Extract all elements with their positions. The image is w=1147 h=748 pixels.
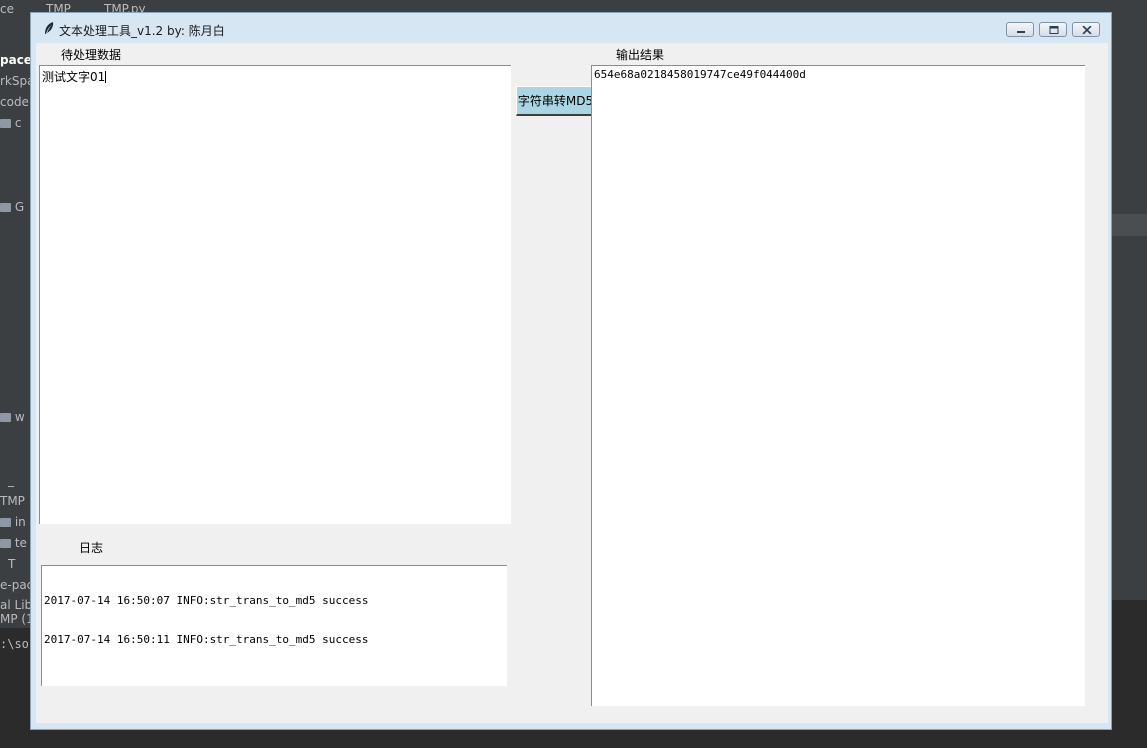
ide-tree-item[interactable]: TMP xyxy=(0,494,25,508)
log-line: 2017-07-14 16:50:07 INFO:str_trans_to_md… xyxy=(44,594,369,607)
minimize-button[interactable] xyxy=(1006,22,1034,37)
minimize-icon xyxy=(1017,31,1025,33)
output-text: 654e68a0218458019747ce49f044400d xyxy=(594,68,806,81)
ide-project-tree: pace rkSpa code c G w _ TMP in te T e-pa… xyxy=(0,20,34,620)
ide-tree-item[interactable]: pace xyxy=(0,53,32,67)
close-button[interactable] xyxy=(1072,22,1100,37)
folder-icon xyxy=(0,539,11,548)
output-label: 输出结果 xyxy=(616,48,665,62)
input-label: 待处理数据 xyxy=(61,48,122,62)
feather-icon xyxy=(45,22,54,34)
ide-tree-item[interactable]: c xyxy=(0,116,21,130)
ide-tree-item[interactable]: al Lib xyxy=(0,598,32,612)
ide-tree-item[interactable]: code xyxy=(0,95,29,109)
ide-crumb-project[interactable]: ce xyxy=(0,2,14,16)
ide-tree-item[interactable]: in xyxy=(0,515,26,529)
restore-button[interactable] xyxy=(1039,22,1067,37)
title-bar[interactable]: 文本处理工具_v1.2 by: 陈月白 xyxy=(31,13,1111,43)
input-text: 测试文字01 xyxy=(42,70,106,84)
output-textarea[interactable]: 654e68a0218458019747ce49f044400d xyxy=(591,65,1085,706)
ide-tree-item[interactable]: T xyxy=(8,557,15,571)
folder-icon xyxy=(0,413,11,422)
window-title: 文本处理工具_v1.2 by: 陈月白 xyxy=(59,24,225,38)
ide-tree-item[interactable]: te xyxy=(0,536,27,550)
ide-tree-item[interactable]: w xyxy=(0,410,25,424)
client-area: 待处理数据 测试文字01 字符串转MD5 输出结果 654e68a0218458… xyxy=(36,43,1108,723)
ide-tree-item[interactable]: G xyxy=(0,200,24,214)
restore-icon xyxy=(1049,26,1059,34)
folder-icon xyxy=(0,518,11,527)
ide-tree-item[interactable]: _ xyxy=(8,473,14,487)
ide-editor-edge xyxy=(1112,20,1147,600)
folder-icon xyxy=(0,203,11,212)
log-line: 2017-07-14 16:50:11 INFO:str_trans_to_md… xyxy=(44,633,369,646)
log-label: 日志 xyxy=(79,541,104,555)
ide-bottom-bar: al Lib MP (1) xyxy=(0,598,38,628)
text-caret xyxy=(105,71,107,83)
app-window: 文本处理工具_v1.2 by: 陈月白 待处理数据 测试文字01 字符串转MD5… xyxy=(30,12,1112,730)
log-textarea[interactable]: 2017-07-14 16:50:07 INFO:str_trans_to_md… xyxy=(41,565,507,686)
ide-terminal: :\sof xyxy=(0,628,36,748)
convert-md5-button[interactable]: 字符串转MD5 xyxy=(516,86,596,116)
ide-tree-item[interactable]: e-pac xyxy=(0,578,33,592)
folder-icon xyxy=(0,119,11,128)
close-icon xyxy=(1082,26,1092,34)
ide-editor-highlight xyxy=(1112,214,1147,236)
input-textarea[interactable]: 测试文字01 xyxy=(39,65,511,524)
